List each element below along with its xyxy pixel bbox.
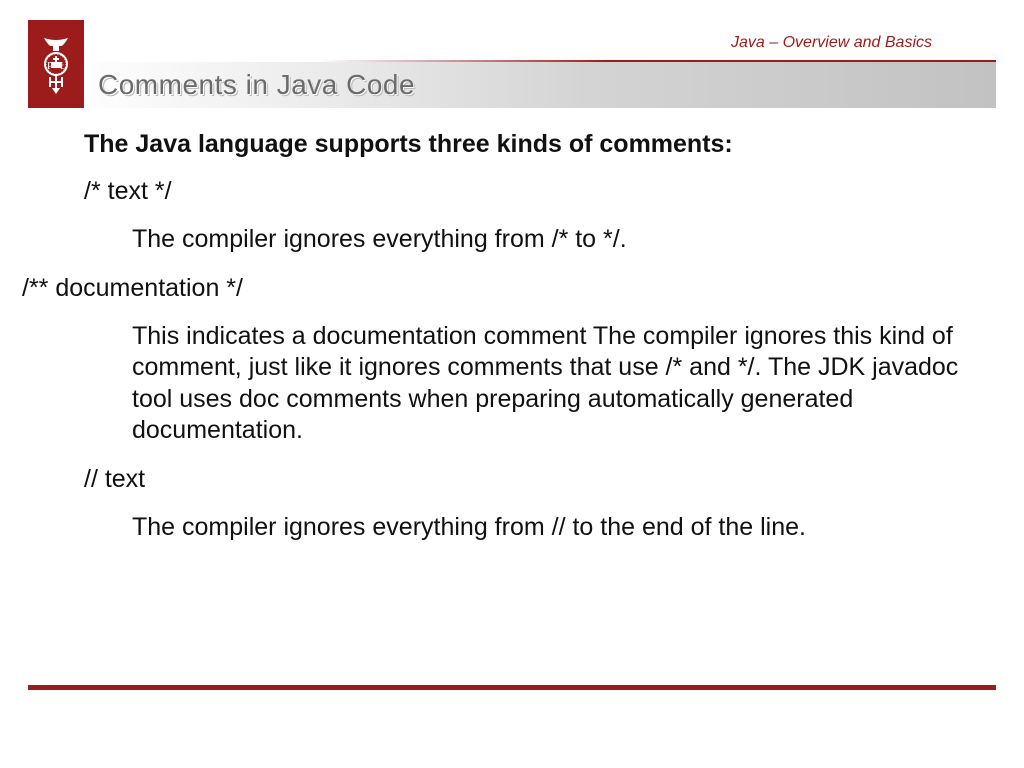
comment-syntax-2: /** documentation */ [22,274,996,303]
slide-title: Comments in Java Code [98,69,415,101]
comment-desc-3: The compiler ignores everything from // … [132,512,976,544]
title-bar: Comments in Java Code [84,62,996,108]
footer-divider [28,685,996,690]
intro-text: The Java language supports three kinds o… [84,130,996,159]
slide-header: Java – Overview and Basics P Ł Comments … [0,0,1024,108]
comment-desc-1: The compiler ignores everything from /* … [132,224,976,256]
svg-text:Ł: Ł [60,61,66,72]
comment-desc-2: This indicates a documentation comment T… [132,321,976,447]
logo-icon: P Ł [28,20,84,108]
comment-syntax-3: // text [84,465,996,494]
comment-syntax-1: /* text */ [84,177,996,206]
header-label: Java – Overview and Basics [731,34,932,52]
slide-content: The Java language supports three kinds o… [28,130,996,561]
